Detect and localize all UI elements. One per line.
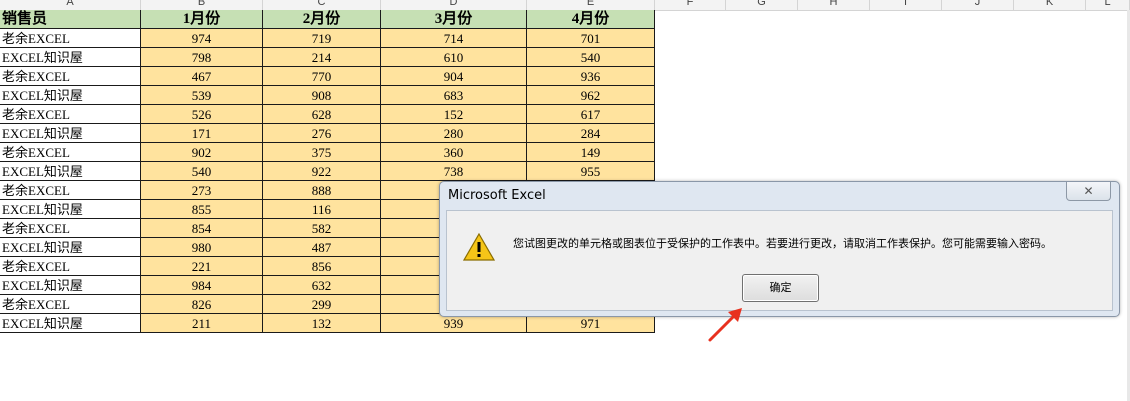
value-cell[interactable]: 855 xyxy=(141,200,263,219)
salesperson-cell[interactable]: EXCEL知识屋 xyxy=(0,86,141,105)
column-header-g[interactable]: G xyxy=(726,0,798,10)
protected-sheet-dialog: Microsoft Excel ✕ 您试图更改的单元格或图表位于受保护的工作表中… xyxy=(439,181,1120,317)
value-cell[interactable]: 798 xyxy=(141,48,263,67)
value-cell[interactable]: 683 xyxy=(381,86,527,105)
salesperson-cell[interactable]: 老余EXCEL xyxy=(0,219,141,238)
value-cell[interactable]: 974 xyxy=(141,29,263,48)
value-cell[interactable]: 171 xyxy=(141,124,263,143)
dialog-message: 您试图更改的单元格或图表位于受保护的工作表中。若要进行更改，请取消工作表保护。您… xyxy=(513,237,1052,250)
salesperson-cell[interactable]: 老余EXCEL xyxy=(0,105,141,124)
salesperson-cell[interactable]: EXCEL知识屋 xyxy=(0,162,141,181)
dialog-title: Microsoft Excel xyxy=(448,188,546,203)
value-cell[interactable]: 854 xyxy=(141,219,263,238)
value-cell[interactable]: 540 xyxy=(141,162,263,181)
value-cell[interactable]: 375 xyxy=(263,143,381,162)
value-cell[interactable]: 610 xyxy=(381,48,527,67)
salesperson-cell[interactable]: 老余EXCEL xyxy=(0,295,141,314)
value-cell[interactable]: 738 xyxy=(381,162,527,181)
header-cell-feb[interactable]: 2月份 xyxy=(263,10,381,29)
value-cell[interactable]: 714 xyxy=(381,29,527,48)
red-arrow-icon xyxy=(708,308,742,342)
salesperson-cell[interactable]: EXCEL知识屋 xyxy=(0,200,141,219)
column-header-l[interactable]: L xyxy=(1086,0,1130,10)
value-cell[interactable]: 701 xyxy=(527,29,655,48)
salesperson-cell[interactable]: EXCEL知识屋 xyxy=(0,124,141,143)
dialog-body: 您试图更改的单元格或图表位于受保护的工作表中。若要进行更改，请取消工作表保护。您… xyxy=(446,210,1113,311)
value-cell[interactable]: 980 xyxy=(141,238,263,257)
value-cell[interactable]: 908 xyxy=(263,86,381,105)
value-cell[interactable]: 539 xyxy=(141,86,263,105)
value-cell[interactable]: 214 xyxy=(263,48,381,67)
value-cell[interactable]: 826 xyxy=(141,295,263,314)
value-cell[interactable]: 628 xyxy=(263,105,381,124)
warning-icon xyxy=(463,233,495,261)
salesperson-cell[interactable]: EXCEL知识屋 xyxy=(0,48,141,67)
value-cell[interactable]: 856 xyxy=(263,257,381,276)
value-cell[interactable]: 719 xyxy=(263,29,381,48)
value-cell[interactable]: 902 xyxy=(141,143,263,162)
value-cell[interactable]: 280 xyxy=(381,124,527,143)
column-header-k[interactable]: K xyxy=(1014,0,1086,10)
salesperson-cell[interactable]: 老余EXCEL xyxy=(0,29,141,48)
value-cell[interactable]: 149 xyxy=(527,143,655,162)
column-header-h[interactable]: H xyxy=(798,0,870,10)
column-header-j[interactable]: J xyxy=(942,0,1014,10)
salesperson-cell[interactable]: 老余EXCEL xyxy=(0,67,141,86)
header-cell-salesperson[interactable]: 销售员 xyxy=(0,10,141,29)
header-cell-apr[interactable]: 4月份 xyxy=(527,10,655,29)
salesperson-cell[interactable]: EXCEL知识屋 xyxy=(0,314,141,333)
dialog-close-button[interactable]: ✕ xyxy=(1066,182,1111,201)
value-cell[interactable]: 152 xyxy=(381,105,527,124)
value-cell[interactable]: 526 xyxy=(141,105,263,124)
value-cell[interactable]: 299 xyxy=(263,295,381,314)
salesperson-cell[interactable]: 老余EXCEL xyxy=(0,143,141,162)
value-cell[interactable]: 221 xyxy=(141,257,263,276)
value-cell[interactable]: 984 xyxy=(141,276,263,295)
value-cell[interactable]: 582 xyxy=(263,219,381,238)
value-cell[interactable]: 116 xyxy=(263,200,381,219)
column-header-a[interactable]: A xyxy=(0,0,141,10)
column-header-e[interactable]: E xyxy=(527,0,655,10)
value-cell[interactable]: 632 xyxy=(263,276,381,295)
value-cell[interactable]: 904 xyxy=(381,67,527,86)
column-header-i[interactable]: I xyxy=(870,0,942,10)
value-cell[interactable]: 487 xyxy=(263,238,381,257)
value-cell[interactable]: 211 xyxy=(141,314,263,333)
column-header-c[interactable]: C xyxy=(263,0,381,10)
value-cell[interactable]: 770 xyxy=(263,67,381,86)
column-header-b[interactable]: B xyxy=(141,0,263,10)
value-cell[interactable]: 922 xyxy=(263,162,381,181)
column-header-d[interactable]: D xyxy=(381,0,527,10)
value-cell[interactable]: 540 xyxy=(527,48,655,67)
value-cell[interactable]: 617 xyxy=(527,105,655,124)
value-cell[interactable]: 955 xyxy=(527,162,655,181)
salesperson-cell[interactable]: 老余EXCEL xyxy=(0,257,141,276)
header-cell-jan[interactable]: 1月份 xyxy=(141,10,263,29)
value-cell[interactable]: 467 xyxy=(141,67,263,86)
value-cell[interactable]: 936 xyxy=(527,67,655,86)
value-cell[interactable]: 360 xyxy=(381,143,527,162)
column-header-f[interactable]: F xyxy=(655,0,726,10)
value-cell[interactable]: 273 xyxy=(141,181,263,200)
value-cell[interactable]: 132 xyxy=(263,314,381,333)
value-cell[interactable]: 962 xyxy=(527,86,655,105)
salesperson-cell[interactable]: EXCEL知识屋 xyxy=(0,276,141,295)
value-cell[interactable]: 284 xyxy=(527,124,655,143)
salesperson-cell[interactable]: EXCEL知识屋 xyxy=(0,238,141,257)
header-cell-mar[interactable]: 3月份 xyxy=(381,10,527,29)
value-cell[interactable]: 888 xyxy=(263,181,381,200)
value-cell[interactable]: 276 xyxy=(263,124,381,143)
salesperson-cell[interactable]: 老余EXCEL xyxy=(0,181,141,200)
ok-button[interactable]: 确定 xyxy=(742,274,819,302)
